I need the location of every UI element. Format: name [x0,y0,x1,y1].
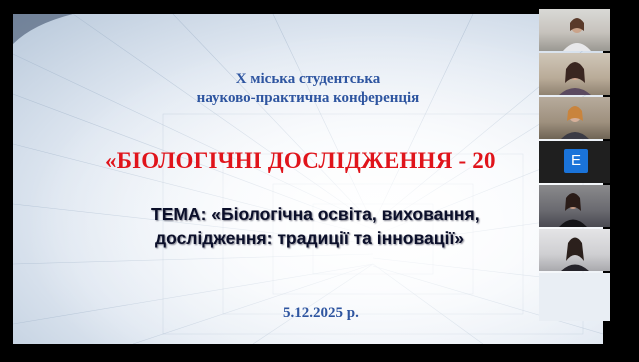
video-call-window: X міська студентська науково-практична к… [0,0,639,362]
conference-line-2: науково-практична конференція [196,90,420,106]
person-video-icon [561,106,589,139]
person-video-icon [561,237,589,271]
participant-tile[interactable] [539,229,610,271]
participant-tile[interactable] [539,9,610,51]
shared-presentation-slide: X міська студентська науково-практична к… [13,14,603,344]
person-video-icon [559,62,591,95]
participant-tile[interactable] [539,185,610,227]
conference-line-1: X міська студентська [235,71,381,87]
participant-tile[interactable] [539,53,610,95]
theme-line-2: дослідження: традиції та інновації» [155,228,464,248]
participant-avatar-letter: E [564,149,588,173]
person-video-icon [559,193,587,227]
slide-title: «БІОЛОГІЧНІ ДОСЛІДЖЕННЯ - 20 [105,148,496,173]
theme-line-1: ТЕМА: «Біологічна освіта, виховання, [151,204,480,224]
person-video-icon [563,18,591,51]
slide-background-grid [13,14,603,344]
slide-date: 5.12.2025 р. [283,305,359,321]
participants-panel: E [539,9,610,321]
participant-tile-empty [539,273,610,321]
participant-tile[interactable] [539,97,610,139]
participant-tile[interactable]: E [539,141,610,183]
